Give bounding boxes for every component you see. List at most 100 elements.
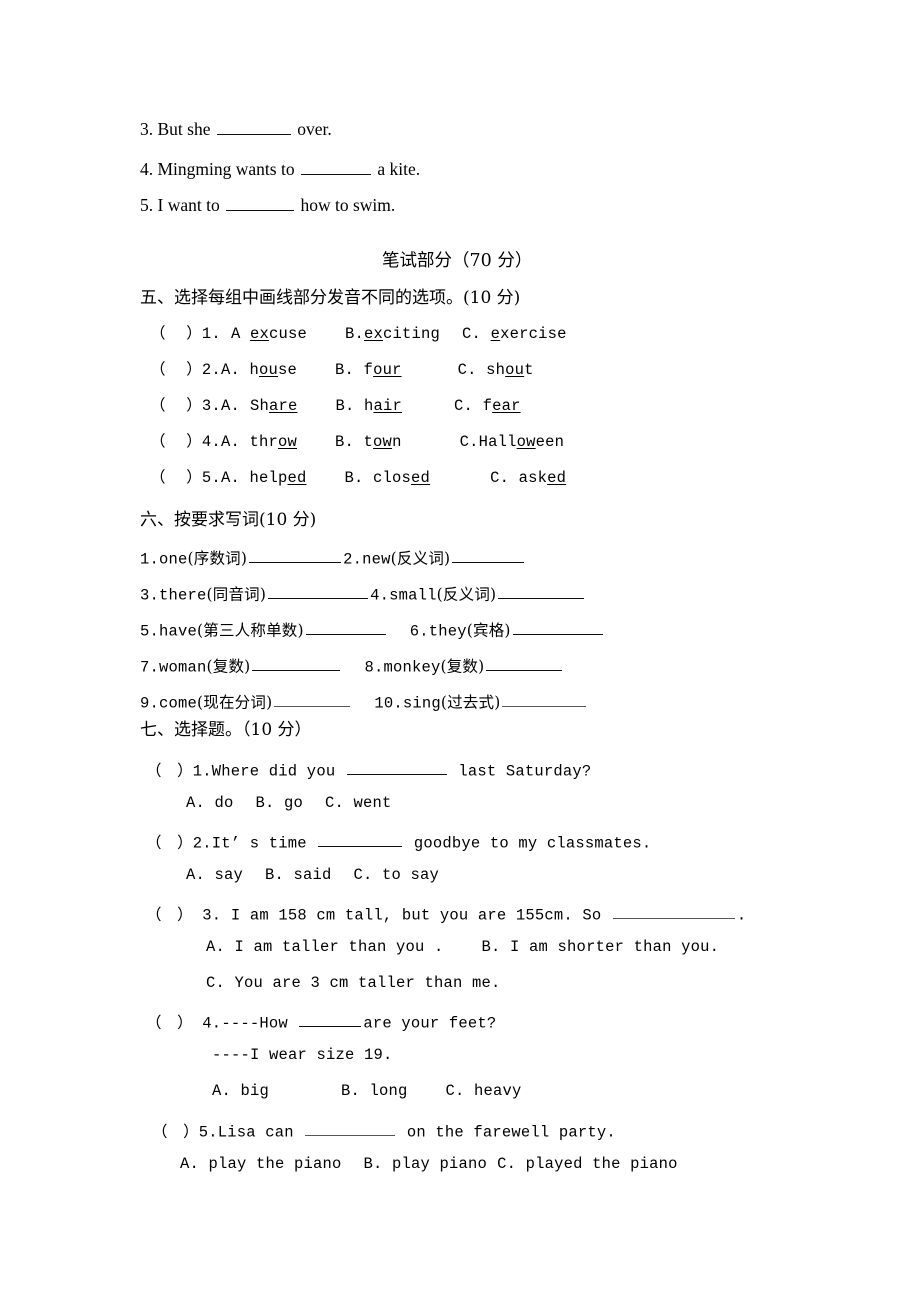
item-number: 3. (201, 397, 221, 415)
underlined-part: ou (505, 361, 525, 379)
option-b: B. town (335, 433, 402, 451)
underlined-part: ed (547, 469, 567, 487)
answer-bracket[interactable]: （ ） (150, 468, 202, 486)
choice-c[interactable]: C. to say (354, 866, 440, 884)
item-word: small (389, 586, 437, 605)
item-word: woman (159, 658, 207, 677)
item-number: 4. (202, 1014, 222, 1033)
item-number: 1. (192, 762, 212, 781)
answer-blank[interactable] (305, 620, 386, 636)
item-hint: (反义词) (390, 549, 451, 568)
option-c: C. exercise (462, 325, 567, 343)
answer-bracket[interactable]: （ ） (146, 761, 193, 779)
option-c: C.Halloween (459, 433, 565, 451)
answer-blank[interactable] (612, 904, 735, 920)
choice-c[interactable]: C. played the piano (497, 1155, 678, 1173)
answer-bracket[interactable]: （ ） (146, 1013, 193, 1031)
choice-c[interactable]: C. went (325, 794, 392, 812)
answer-blank[interactable] (226, 194, 295, 212)
option-a: A. Share (220, 397, 298, 415)
answer-blank[interactable] (498, 584, 585, 600)
question-stem-after: on the farewell party. (406, 1123, 616, 1142)
item-hint: (第三人称单数) (197, 621, 304, 640)
underlined-part: ou (258, 361, 278, 379)
answer-bracket[interactable]: （ ） (146, 833, 193, 851)
answer-bracket[interactable]: （ ） (152, 1122, 199, 1140)
answer-blank[interactable] (252, 656, 341, 672)
choice-b[interactable]: B. I am shorter than you. (482, 938, 720, 956)
item-word: new (362, 550, 391, 569)
item-text-before: I want to (157, 195, 220, 216)
item-word: they (428, 622, 467, 641)
choice-c[interactable]: C. You are 3 cm taller than me. (206, 974, 501, 992)
section-six-row-3: 5.have(第三人称单数) 6.they(宾格) (140, 620, 605, 640)
item-number: 2. (201, 361, 221, 379)
carryover-item-3: 3. But she over. (140, 118, 332, 139)
answer-bracket[interactable]: （ ） (150, 396, 202, 414)
section-seven-item-4-answer-line: ----I wear size 19. (212, 1046, 393, 1064)
choice-a[interactable]: A. play the piano (180, 1155, 342, 1173)
underlined-part: ow (277, 433, 297, 451)
item-number: 8. (364, 658, 384, 677)
item-number: 3. (140, 586, 160, 605)
option-a: A. house (220, 361, 298, 379)
section-six-row-2: 3.there(同音词) 4.small(反义词) (140, 584, 586, 604)
answer-blank[interactable] (216, 118, 291, 136)
answer-blank[interactable] (502, 692, 587, 708)
answer-blank[interactable] (299, 1012, 362, 1028)
item-number: 5. (201, 469, 221, 487)
answer-blank[interactable] (305, 1121, 396, 1137)
answer-blank[interactable] (318, 832, 403, 848)
item-number: 4. (370, 586, 390, 605)
item-word: come (159, 694, 198, 713)
choice-b[interactable]: B. long (341, 1082, 408, 1100)
answer-blank[interactable] (274, 692, 351, 708)
choice-a[interactable]: A. I am taller than you . (206, 938, 444, 956)
answer-bracket[interactable]: （ ） (150, 360, 202, 378)
item-number: 9. (140, 694, 160, 713)
answer-blank[interactable] (249, 548, 342, 564)
item-hint: (过去式) (440, 693, 501, 712)
answer-bracket[interactable]: （ ） (150, 432, 202, 450)
underlined-part: ow (516, 433, 536, 451)
choice-c[interactable]: C. heavy (446, 1082, 522, 1100)
underlined-part: ear (492, 397, 521, 415)
choice-a[interactable]: A. do (186, 794, 234, 812)
section-seven-item-3-choices-row1: A. I am taller than you . B. I am shorter… (206, 938, 720, 956)
answer-bracket[interactable]: （ ） (150, 324, 202, 342)
choice-a[interactable]: A. say (186, 866, 243, 884)
answer-blank[interactable] (300, 158, 371, 176)
underlined-part: air (373, 397, 403, 415)
choice-b[interactable]: B. go (256, 794, 304, 812)
choice-a[interactable]: A. big (212, 1082, 269, 1100)
answer-bracket[interactable]: （ ） (146, 905, 193, 923)
item-hint: (宾格) (466, 621, 511, 640)
option-c: C. fear (454, 397, 521, 415)
question-stem-before: ----How (221, 1014, 288, 1033)
section-seven-item-2-choices: A. say B. said C. to say (186, 866, 440, 884)
carryover-item-5: 5. I want to how to swim. (140, 194, 395, 215)
option-b: B.exciting (345, 325, 441, 343)
underlined-part: e (490, 325, 501, 343)
question-stem-before: It’ s time (211, 834, 307, 853)
carryover-item-4: 4. Mingming wants to a kite. (140, 158, 420, 179)
option-b: B. closed (344, 469, 431, 487)
section-six-row-4: 7.woman(复数) 8.monkey(复数) (140, 656, 564, 676)
item-text-after: over. (297, 119, 332, 140)
written-part-title: 笔试部分（70 分） (382, 251, 533, 271)
choice-b[interactable]: B. said (265, 866, 332, 884)
section-six-heading: 六、按要求写词(10 分) (140, 510, 317, 530)
answer-blank[interactable] (268, 584, 369, 600)
question-stem-before: I am 158 cm tall, but you are 155cm. So (230, 906, 602, 925)
choice-b[interactable]: B. play piano (364, 1155, 488, 1173)
answer-blank[interactable] (512, 620, 603, 636)
section-six-row-5: 9.come(现在分词) 10.sing(过去式) (140, 692, 588, 712)
answer-blank[interactable] (486, 656, 563, 672)
section-five-item-4: （ ）4.A. throw B. town C.Halloween (150, 432, 565, 451)
item-number: 1. (140, 550, 160, 569)
answer-blank[interactable] (346, 760, 447, 776)
item-word: there (159, 586, 207, 605)
section-six-row-1: 1.one(序数词) 2.new(反义词) (140, 548, 526, 568)
item-text-after: how to swim. (300, 195, 396, 216)
answer-blank[interactable] (452, 548, 525, 564)
